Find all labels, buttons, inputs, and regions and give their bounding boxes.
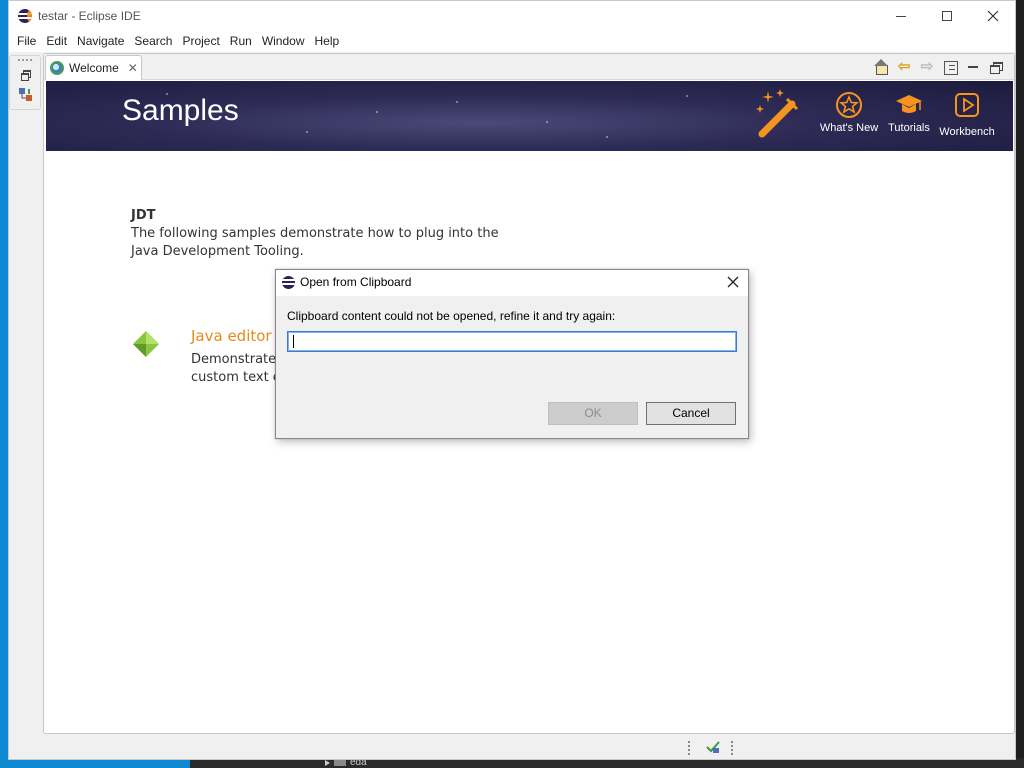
layout-icon[interactable] [942,59,958,75]
welcome-globe-icon [50,61,64,75]
page-title: Samples [122,94,239,127]
nav-whats-new[interactable]: What's New [818,91,880,134]
ok-button[interactable]: OK [548,402,638,425]
dialog-close-button[interactable] [724,273,742,291]
trim-drag-handle[interactable] [18,59,32,61]
sync-status-icon[interactable] [705,739,721,755]
menu-run[interactable]: Run [225,31,257,52]
minimize-icon[interactable] [965,59,981,75]
tab-welcome[interactable]: Welcome ✕ [45,55,142,80]
tab-close-icon[interactable]: ✕ [128,61,138,75]
status-bar [9,735,1015,759]
status-separator [688,741,690,755]
forward-arrow-icon[interactable]: ⇨ [919,59,935,75]
play-icon [955,93,979,117]
folder-icon [334,760,346,766]
clipboard-input[interactable] [287,331,737,352]
sample-title-link[interactable]: Java editor [191,327,272,345]
window-maximize-button[interactable] [924,1,970,31]
section-description-line-2: Java Development Tooling. [131,244,304,259]
star-icon [836,92,862,118]
menu-navigate[interactable]: Navigate [72,31,129,52]
minimize-icon [896,15,906,17]
package-explorer-icon[interactable] [19,88,33,102]
close-icon [727,276,739,288]
back-arrow-icon[interactable]: ⇦ [896,59,912,75]
restore-icon[interactable] [21,70,31,81]
eclipse-dialog-icon [282,276,295,289]
sample-gem-icon[interactable] [131,329,161,359]
text-caret [293,335,294,348]
window-close-button[interactable] [970,1,1016,31]
welcome-banner: Samples What's New Tutorials Workbench [46,81,1013,151]
section-description-line-1: The following samples demonstrate how to… [131,226,499,241]
title-bar: testar - Eclipse IDE [9,1,1015,31]
maximize-icon [942,11,952,21]
graduation-cap-icon [896,95,922,113]
dialog-message: Clipboard content could not be opened, r… [287,309,616,323]
maximize-icon[interactable] [988,59,1004,75]
menu-edit[interactable]: Edit [41,31,72,52]
status-separator [731,741,733,755]
menu-file[interactable]: File [12,31,41,52]
nav-tutorials-label: Tutorials [888,122,930,134]
window-title: testar - Eclipse IDE [38,9,141,23]
left-trim-stack [9,55,41,110]
menu-project[interactable]: Project [177,31,224,52]
dialog-title: Open from Clipboard [300,275,412,289]
section-title: JDT [131,208,156,223]
magic-wand-icon [754,87,804,142]
close-icon [987,10,999,22]
samples-section: JDT The following samples demonstrate ho… [131,207,531,261]
nav-workbench[interactable]: Workbench [936,91,998,138]
eclipse-app-icon [18,9,32,23]
desktop-edge [0,0,8,768]
nav-workbench-label: Workbench [939,126,995,138]
welcome-toolbar: ⇦ ⇨ [873,58,1004,76]
expand-arrow-icon [325,760,330,766]
home-icon[interactable] [873,59,889,75]
menu-bar: File Edit Navigate Search Project Run Wi… [9,31,1015,52]
open-from-clipboard-dialog: Open from Clipboard Clipboard content co… [275,269,749,439]
menu-window[interactable]: Window [257,31,310,52]
window-minimize-button[interactable] [878,1,924,31]
tab-label: Welcome [69,61,119,75]
menu-search[interactable]: Search [129,31,177,52]
nav-whats-new-label: What's New [819,122,879,134]
editor-tab-row: Welcome ✕ ⇦ ⇨ [44,54,1014,80]
menu-help[interactable]: Help [310,31,345,52]
cancel-button[interactable]: Cancel [646,402,736,425]
dialog-title-bar: Open from Clipboard [276,270,748,296]
nav-tutorials[interactable]: Tutorials [886,91,932,134]
background-window-edge [1016,0,1024,768]
